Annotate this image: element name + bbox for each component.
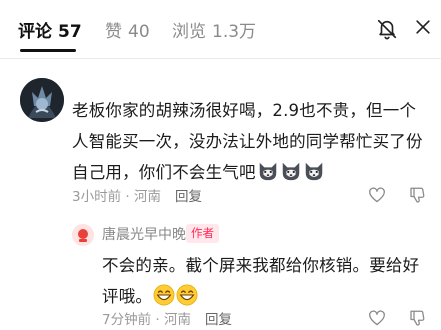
reply-text: 不会的亲。截个屏来我都给你核销。要给好评哦。 xyxy=(102,250,432,312)
comment-location: 河南 xyxy=(133,189,161,205)
author-badge: 作者 xyxy=(186,224,219,243)
reply-body: 不会的亲。截个屏来我都给你核销。要给好评哦。 xyxy=(102,256,420,306)
close-icon[interactable] xyxy=(413,16,433,38)
thumb-down-outline-icon[interactable] xyxy=(408,186,426,204)
grin-emoji xyxy=(176,284,198,306)
author-avatar[interactable] xyxy=(72,224,94,246)
heart-outline-icon[interactable] xyxy=(368,310,386,326)
husky-emoji xyxy=(259,162,276,181)
reply-meta: 7分钟前 · 河南 回复 xyxy=(102,312,232,328)
husky-emoji xyxy=(305,162,322,181)
author-avatar-image xyxy=(72,224,94,246)
reply-button[interactable]: 回复 xyxy=(175,189,202,205)
reply-button[interactable]: 回复 xyxy=(205,312,232,328)
avatar-image xyxy=(20,78,64,122)
tab-likes-label: 赞 xyxy=(105,22,122,42)
comment-text: 老板你家的胡辣汤很好喝，2.9也不贵，但一个人智能买一次，没办法让外地的同学帮忙… xyxy=(72,95,430,188)
active-tab-indicator xyxy=(20,49,76,52)
tab-likes[interactable]: 赞 40 xyxy=(105,17,150,42)
thumb-down-outline-icon[interactable] xyxy=(408,309,426,327)
reply-time: 7分钟前 xyxy=(102,312,152,328)
tab-likes-count: 40 xyxy=(128,22,150,42)
comment-meta: 3小时前 · 河南 回复 xyxy=(72,189,202,205)
comment-body: 老板你家的胡辣汤很好喝，2.9也不贵，但一个人智能买一次，没办法让外地的同学帮忙… xyxy=(72,101,423,182)
emoji-row xyxy=(152,284,198,306)
tab-bar: 评论 57 赞 40 浏览 1.3万 xyxy=(0,0,441,58)
bell-muted-icon[interactable] xyxy=(376,18,398,40)
emoji-row xyxy=(256,162,325,182)
tab-views-count: 1.3万 xyxy=(212,22,257,42)
tab-comments-label: 评论 xyxy=(18,22,52,42)
tab-views[interactable]: 浏览 1.3万 xyxy=(172,17,256,42)
comment-time: 3小时前 xyxy=(72,189,122,205)
heart-outline-icon[interactable] xyxy=(368,187,386,203)
tab-comments-count: 57 xyxy=(58,22,82,42)
avatar[interactable] xyxy=(20,78,64,122)
grin-emoji xyxy=(153,284,175,306)
reply-location: 河南 xyxy=(163,312,191,328)
husky-emoji xyxy=(282,162,299,181)
tab-views-label: 浏览 xyxy=(172,22,206,42)
header-divider xyxy=(0,58,441,59)
tab-comments[interactable]: 评论 57 xyxy=(18,17,82,42)
